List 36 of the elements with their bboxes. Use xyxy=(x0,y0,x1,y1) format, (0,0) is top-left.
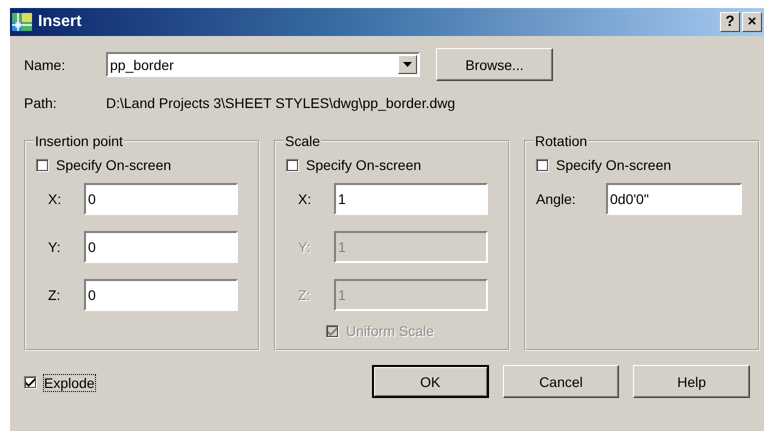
checkbox-label: Specify On-screen xyxy=(556,157,672,173)
path-label: Path: xyxy=(24,95,58,111)
field-label: X: xyxy=(297,191,312,207)
app-icon xyxy=(12,13,32,31)
input-field[interactable]: 0 xyxy=(84,231,238,263)
input-field[interactable]: 0 xyxy=(84,279,238,311)
field-label: Z: xyxy=(297,287,312,303)
field-label: Angle: xyxy=(536,191,577,207)
title-bar-button[interactable]: ? xyxy=(720,12,740,32)
checkbox[interactable] xyxy=(24,376,37,389)
field-label: X: xyxy=(47,191,62,207)
input-field[interactable]: 1 xyxy=(334,183,488,215)
checkbox[interactable] xyxy=(36,158,49,172)
browse-button[interactable]: Browse... xyxy=(436,48,553,81)
field-label: Y: xyxy=(47,239,62,255)
checkbox-label: Explode xyxy=(44,374,95,390)
window-title: Insert xyxy=(38,13,83,31)
input-field[interactable]: 0d0'0" xyxy=(606,183,742,215)
group-title: Insertion point xyxy=(34,133,124,149)
field-label: Y: xyxy=(297,239,312,255)
dialog-button[interactable]: OK xyxy=(372,365,489,398)
dialog-button[interactable]: Help xyxy=(633,365,750,398)
group-title: Rotation xyxy=(534,133,588,149)
name-dropdown[interactable]: pp_border xyxy=(106,52,420,77)
checkbox[interactable] xyxy=(536,158,549,172)
group-title: Scale xyxy=(284,133,322,149)
checkbox[interactable] xyxy=(286,158,299,172)
field-label: Z: xyxy=(47,287,62,303)
path-text: D:\Land Projects 3\SHEET STYLES\dwg\pp_border.dwg xyxy=(106,95,456,111)
name-label: Name: xyxy=(24,56,66,72)
input-field[interactable]: 0 xyxy=(84,183,238,215)
title-bar-button[interactable]: × xyxy=(742,12,762,32)
checkbox-label: Specify On-screen xyxy=(56,157,172,173)
checkbox-label: Specify On-screen xyxy=(306,157,422,173)
checkbox-label: Uniform Scale xyxy=(346,323,434,339)
dialog-button[interactable]: Cancel xyxy=(502,365,620,398)
